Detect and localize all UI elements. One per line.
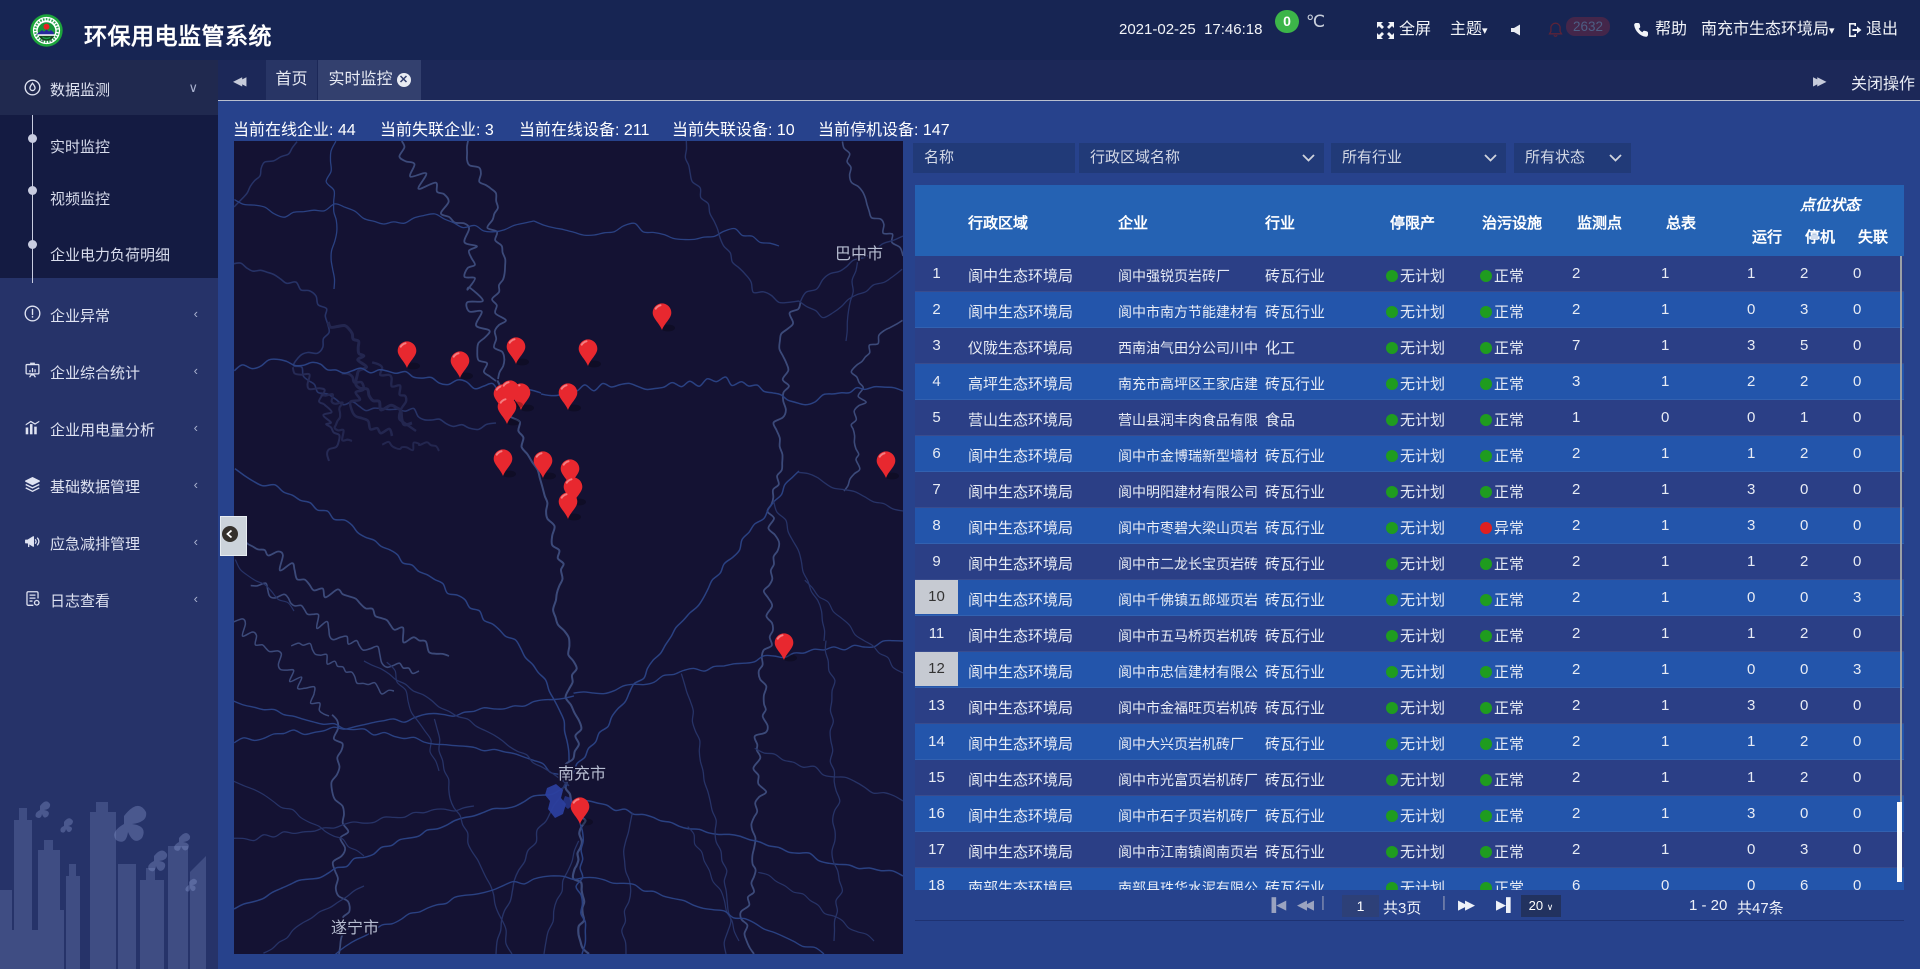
svg-text:遂宁市: 遂宁市 (331, 919, 379, 937)
svg-text:巴中市: 巴中市 (835, 245, 883, 263)
svg-text:南充市: 南充市 (558, 765, 606, 783)
